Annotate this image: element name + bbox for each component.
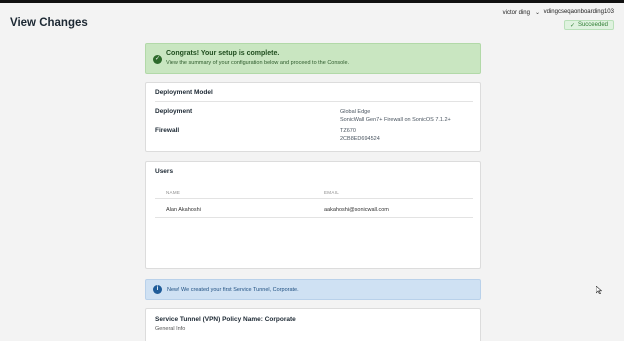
firewall-label: Firewall — [155, 127, 180, 134]
column-header-email: EMAIL — [324, 190, 340, 195]
deployment-value-line: SonicWall Gen7+ Firewall on SonicOS 7.1.… — [340, 117, 451, 123]
table-divider — [155, 198, 473, 199]
user-menu[interactable]: victor ding ⌄ — [502, 9, 540, 17]
firewall-value: TZ670 2CB8ED694524 — [340, 127, 380, 143]
general-info-label: General Info — [155, 326, 186, 332]
firewall-serial: 2CB8ED694524 — [340, 136, 380, 142]
user-email-cell: aakahoshi@sonicwall.com — [324, 207, 389, 213]
firewall-model: TZ670 — [340, 128, 356, 134]
top-bar — [0, 0, 624, 3]
page-title: View Changes — [10, 17, 88, 29]
users-title: Users — [155, 168, 174, 175]
column-header-name: NAME — [166, 190, 181, 195]
success-message: View the summary of your configuration b… — [166, 60, 350, 66]
success-alert: ✓ Congrats! Your setup is complete. View… — [145, 43, 481, 74]
service-tunnel-title: Service Tunnel (VPN) Policy Name: Corpor… — [155, 316, 296, 323]
deployment-model-card: Deployment Model Deployment Global Edge … — [145, 82, 481, 152]
deployment-label: Deployment — [155, 108, 193, 115]
tenant-name: vdingcseqaonboarding103 — [543, 9, 614, 15]
info-message: New! We created your first Service Tunne… — [167, 287, 299, 293]
success-headline: Congrats! Your setup is complete. — [166, 50, 280, 57]
users-card: Users NAME EMAIL Alan Akahoshi aakahoshi… — [145, 161, 481, 269]
info-alert: i New! We created your first Service Tun… — [145, 279, 481, 300]
check-icon: ✓ — [569, 22, 575, 29]
deployment-value-line: Global Edge — [340, 109, 371, 115]
chevron-down-icon: ⌄ — [534, 10, 540, 16]
table-divider — [155, 217, 473, 218]
mouse-cursor-icon — [596, 286, 602, 294]
deployment-model-title: Deployment Model — [155, 89, 213, 96]
divider — [155, 101, 473, 102]
user-name-cell: Alan Akahoshi — [166, 207, 201, 213]
info-circle-icon: i — [153, 285, 162, 294]
service-tunnel-card: Service Tunnel (VPN) Policy Name: Corpor… — [145, 308, 481, 341]
status-badge: ✓ Succeeded — [563, 20, 614, 30]
deployment-value: Global Edge SonicWall Gen7+ Firewall on … — [340, 108, 451, 124]
user-name: victor ding — [502, 9, 530, 16]
check-circle-icon: ✓ — [153, 55, 162, 64]
status-label: Succeeded — [577, 22, 608, 28]
